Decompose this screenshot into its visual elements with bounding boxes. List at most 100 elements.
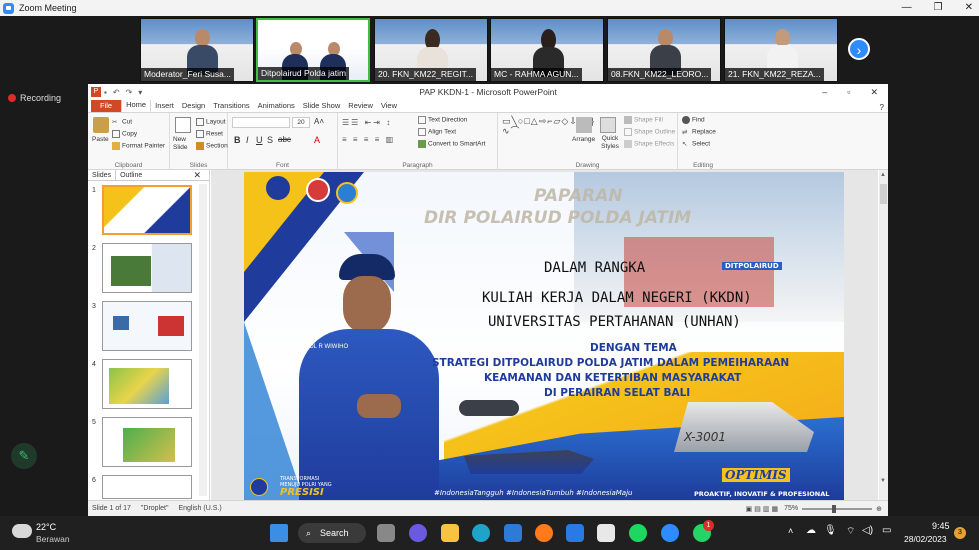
undo-icon[interactable]: ↶ (113, 88, 120, 97)
ppt-close-icon[interactable]: ✕ (870, 84, 878, 100)
view-buttons-icon[interactable]: ▣▤▥▦ (746, 505, 780, 513)
save-icon[interactable]: ▪ (104, 88, 107, 97)
font-color-icon[interactable]: A (314, 135, 320, 145)
language-status[interactable]: English (U.S.) (178, 505, 221, 512)
search-box[interactable]: ⌕ Search (298, 523, 366, 543)
tab-animations[interactable]: Animations (254, 100, 299, 112)
panel-scrollbar[interactable] (199, 184, 207, 496)
recording-indicator[interactable]: Recording (8, 93, 61, 103)
tab-home[interactable]: Home (121, 98, 152, 112)
italic-icon[interactable]: I (246, 135, 249, 145)
shape-effects-button[interactable]: Shape Effects (624, 140, 674, 148)
zoom-level[interactable]: 75% (784, 505, 798, 512)
scroll-up-icon[interactable]: ▲ (880, 172, 886, 178)
font-size-field[interactable]: 20 (292, 117, 310, 128)
qat-dropdown-icon[interactable]: ▾ (138, 88, 142, 97)
tab-view[interactable]: View (377, 100, 401, 112)
find-button[interactable]: Find (682, 116, 705, 124)
clock-time[interactable]: 9:45 (932, 521, 950, 531)
microphone-icon[interactable]: 🎙 (824, 525, 837, 536)
canvas-scrollbar[interactable]: ▲ ▼ (879, 170, 888, 500)
align-text-button[interactable]: Align Text (418, 128, 456, 136)
participant-tile-active[interactable]: Ditpolairud Polda jatim (256, 18, 370, 82)
tab-slide-show[interactable]: Slide Show (299, 100, 345, 112)
tab-design[interactable]: Design (178, 100, 209, 112)
wifi-icon[interactable]: ⌔ (846, 525, 855, 538)
replace-button[interactable]: ⇄ Replace (682, 128, 716, 136)
format-painter-button[interactable]: Format Painter (112, 142, 165, 150)
volume-icon[interactable]: ◁) (862, 525, 873, 536)
task-view-icon[interactable] (377, 524, 395, 542)
amazon-icon[interactable] (597, 524, 615, 542)
participant-tile[interactable]: Moderator_Feri Susa... (140, 18, 254, 82)
section-button[interactable]: Section (196, 142, 228, 150)
edge-browser-icon[interactable] (472, 524, 490, 542)
underline-icon[interactable]: U (256, 135, 263, 145)
weather-temp[interactable]: 22°C (36, 522, 56, 532)
text-direction-button[interactable]: Text Direction (418, 116, 467, 124)
tab-insert[interactable]: Insert (151, 100, 178, 112)
grow-font-icon[interactable]: A˄ (314, 117, 324, 126)
tab-file[interactable]: File (91, 100, 122, 112)
font-name-field[interactable] (232, 117, 290, 128)
ppt-minimize-icon[interactable]: – (822, 84, 827, 100)
cloud-sync-icon[interactable]: ☁ (806, 525, 816, 536)
strikethrough-icon[interactable]: abc (278, 135, 291, 144)
teams-chat-icon[interactable] (409, 524, 427, 542)
file-explorer-icon[interactable] (441, 524, 459, 542)
clock-date[interactable]: 28/02/2023 (904, 534, 947, 544)
shadow-icon[interactable]: S (267, 135, 273, 145)
paste-icon[interactable] (93, 117, 109, 133)
copy-button[interactable]: Copy (112, 130, 137, 138)
redo-icon[interactable]: ↷ (126, 88, 133, 97)
close-icon[interactable]: ✕ (965, 0, 973, 16)
fit-slide-icon[interactable]: ⊕ (876, 505, 882, 513)
scroll-thumb[interactable] (880, 184, 887, 204)
paste-button[interactable]: Paste (92, 136, 109, 143)
chevron-up-icon[interactable]: ˄ (788, 526, 793, 536)
store-icon[interactable] (566, 524, 584, 542)
participant-tile[interactable]: 08.FKN_KM22_LEORO... (607, 18, 721, 82)
zoom-slider[interactable] (802, 504, 873, 513)
list-icons[interactable]: ☰☰ ⇤⇥ ↕ (342, 118, 392, 127)
maximize-icon[interactable]: ❐ (934, 0, 943, 16)
arrange-icon[interactable] (576, 117, 592, 133)
minimize-icon[interactable]: — (902, 0, 912, 16)
participant-tile[interactable]: MC - RAHMA AGUN... (490, 18, 604, 82)
help-icon[interactable]: ? (880, 103, 884, 112)
current-slide[interactable]: POL R WIWIHO PAPARAN DIR POLAIRUD POLDA … (244, 172, 844, 500)
new-slide-button[interactable]: New Slide (173, 136, 195, 152)
shape-fill-button[interactable]: Shape Fill (624, 116, 663, 124)
select-button[interactable]: ↖ Select (682, 140, 710, 148)
slide-thumbnail[interactable] (102, 185, 192, 235)
shape-outline-button[interactable]: Shape Outline (624, 128, 675, 136)
quick-styles-button[interactable]: Quick Styles (598, 135, 622, 151)
panel-close-icon[interactable]: ✕ (189, 170, 205, 181)
windows-start-icon[interactable] (270, 524, 288, 542)
weather-desc[interactable]: Berawan (36, 534, 70, 544)
slide-thumbnail[interactable] (102, 243, 192, 293)
shapes-gallery[interactable]: ▭╲○□△⇨⌐▱◇⇩☆{}∿⌒ (502, 116, 594, 148)
scroll-down-icon[interactable]: ▼ (880, 478, 886, 484)
align-icons[interactable]: ≡ ≡ ≡ ≡ ▥ (342, 135, 395, 144)
slide-thumbnail[interactable] (102, 417, 192, 467)
slide-thumbnail[interactable] (102, 475, 192, 499)
battery-icon[interactable]: ▭ (882, 525, 891, 536)
spotify-icon[interactable] (629, 524, 647, 542)
tab-outline[interactable]: Outline (116, 170, 146, 180)
tab-slides[interactable]: Slides (88, 170, 117, 180)
slide-thumbnail[interactable] (102, 359, 192, 409)
cut-button[interactable]: ✂ Cut (112, 118, 132, 126)
zoom-taskbar-icon[interactable] (661, 524, 679, 542)
notification-badge[interactable]: 3 (954, 527, 966, 539)
convert-smartart-button[interactable]: Convert to SmartArt (418, 140, 485, 148)
annotate-pencil-button[interactable]: ✎ (11, 443, 37, 469)
mail-icon[interactable] (504, 524, 522, 542)
tab-review[interactable]: Review (344, 100, 377, 112)
firefox-icon[interactable] (535, 524, 553, 542)
participant-tile[interactable]: 20. FKN_KM22_REGIT... (374, 18, 488, 82)
layout-button[interactable]: Layout (196, 118, 226, 126)
ppt-maximize-icon[interactable]: ▫ (847, 84, 850, 100)
arrange-button[interactable]: Arrange (572, 136, 595, 143)
new-slide-icon[interactable] (175, 117, 191, 133)
